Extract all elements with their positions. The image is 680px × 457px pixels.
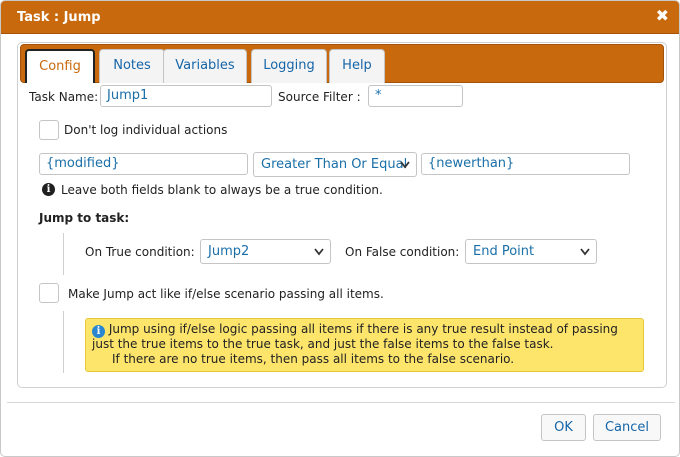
on-true-label: On True condition: [85, 245, 195, 259]
footer-divider [7, 402, 675, 403]
task-name-label: Task Name: [29, 90, 99, 104]
chevron-down-icon [580, 248, 590, 256]
chevron-down-icon [314, 248, 324, 256]
condition-hint: Leave both fields blank to always be a t… [61, 183, 383, 197]
info-icon: i [92, 325, 105, 338]
info-icon: i [42, 183, 55, 196]
close-icon[interactable]: ✖ [656, 6, 669, 25]
note-line-2: just the true items to the true task, an… [92, 337, 554, 351]
jump-to-task-label: Jump to task: [39, 211, 130, 225]
condition-right-input[interactable]: {newerthan} [421, 153, 630, 175]
source-filter-input[interactable]: * [368, 85, 463, 107]
tab-help[interactable]: Help [329, 49, 385, 83]
ifelse-label: Make Jump act like if/else scenario pass… [68, 287, 384, 301]
condition-operator-select[interactable]: Greater Than Or Equal [253, 152, 417, 177]
divider [63, 233, 64, 275]
note-line-1: i Jump using if/else logic passing all i… [92, 322, 637, 338]
source-filter-label: Source Filter : [278, 90, 361, 104]
on-true-select[interactable]: Jump2 [200, 239, 331, 264]
divider [63, 311, 64, 373]
chevron-down-icon [400, 161, 410, 169]
dont-log-checkbox[interactable] [39, 120, 59, 140]
note-line-3: If there are no true items, then pass al… [112, 352, 515, 366]
condition-left-input[interactable]: {modified} [39, 153, 248, 175]
dialog-title: Task : Jump [17, 10, 101, 25]
on-true-value: Jump2 [208, 244, 250, 259]
ifelse-note: i Jump using if/else logic passing all i… [85, 318, 644, 372]
dialog-titlebar[interactable]: Task : Jump ✖ [1, 1, 679, 34]
on-false-value: End Point [473, 244, 535, 259]
task-dialog: Task : Jump ✖ Config Notes Variables Log… [0, 0, 680, 457]
tab-variables[interactable]: Variables [163, 49, 247, 83]
tab-notes[interactable]: Notes [99, 49, 165, 83]
tab-config[interactable]: Config [25, 49, 95, 83]
ok-button[interactable]: OK [541, 414, 586, 441]
tab-logging[interactable]: Logging [251, 49, 327, 83]
tab-bar: Config Notes Variables Logging Help [20, 44, 664, 83]
dont-log-label: Don't log individual actions [64, 123, 228, 137]
condition-operator-value: Greater Than Or Equal [261, 157, 408, 172]
on-false-label: On False condition: [345, 245, 460, 259]
ifelse-checkbox[interactable] [39, 283, 59, 303]
on-false-select[interactable]: End Point [465, 239, 597, 264]
cancel-button[interactable]: Cancel [593, 414, 661, 441]
task-name-input[interactable]: Jump1 [100, 85, 272, 107]
